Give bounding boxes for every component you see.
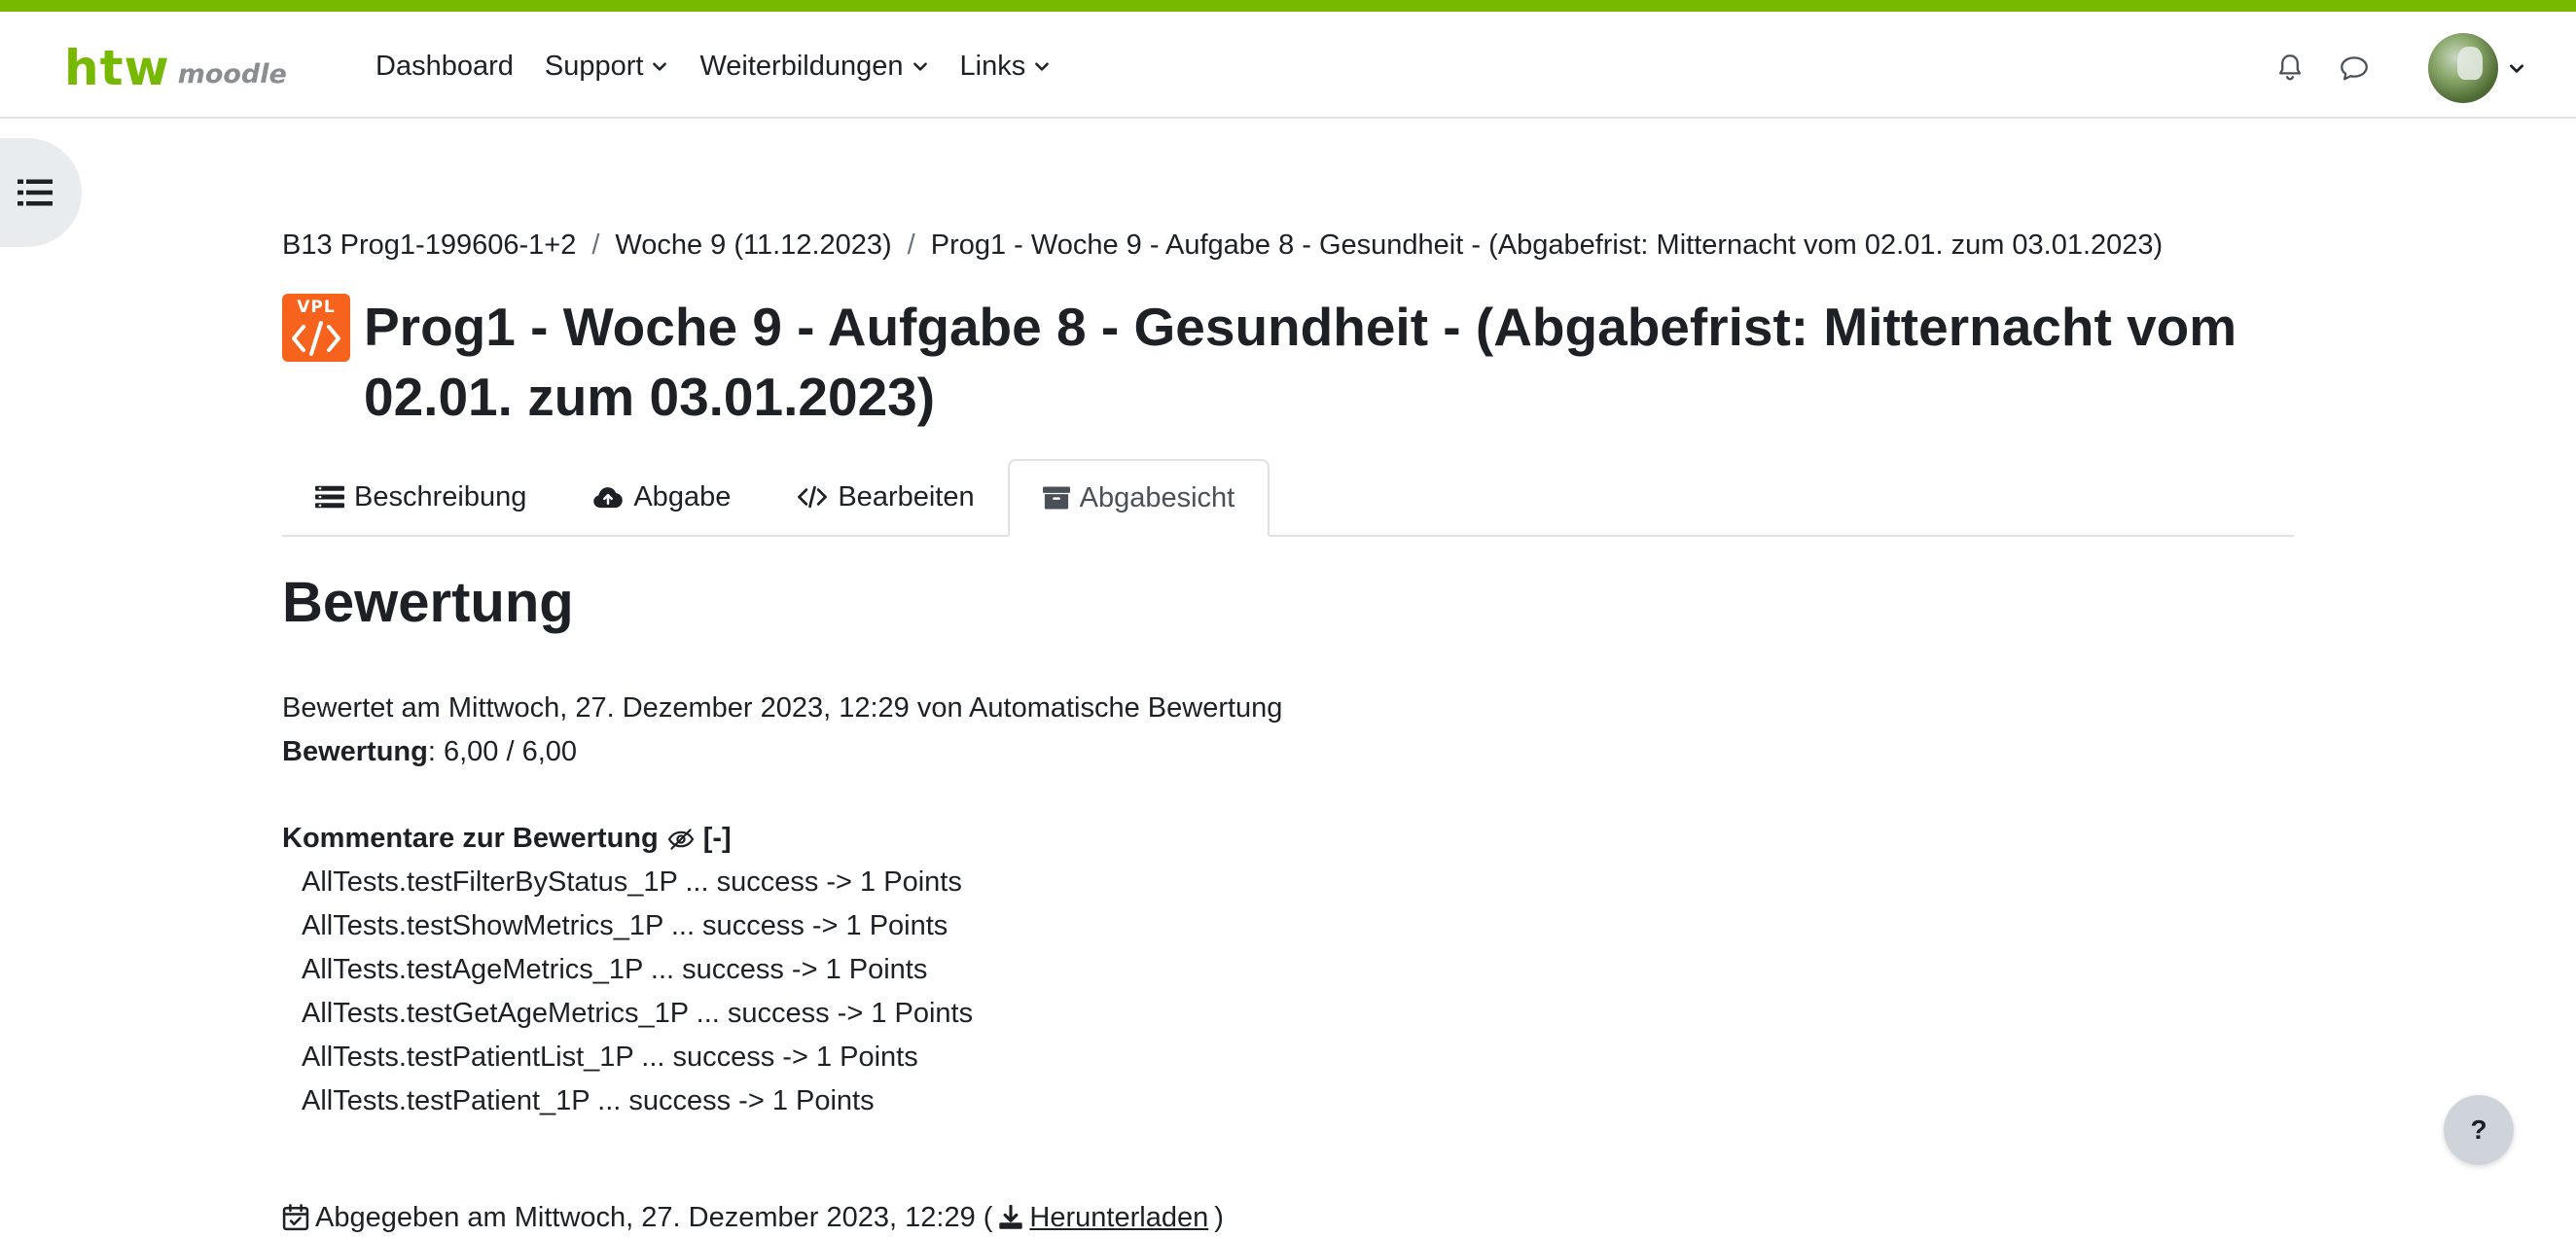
nav-item-label: Links bbox=[959, 50, 1026, 82]
chevron-down-icon bbox=[653, 62, 667, 71]
comments-header: Kommentare zur Bewertung [-] bbox=[282, 817, 973, 861]
test-result-line: AllTests.testPatient_1P ... success -> 1… bbox=[302, 1085, 875, 1116]
submission-info: Abgegeben am Mittwoch, 27. Dezember 2023… bbox=[282, 1198, 1224, 1237]
test-result-line: AllTests.testGetAgeMetrics_1P ... succes… bbox=[302, 998, 974, 1029]
avatar[interactable] bbox=[2428, 33, 2498, 103]
tab-label: Abgabesicht bbox=[1079, 481, 1235, 513]
user-controls bbox=[2272, 33, 2525, 103]
help-button[interactable]: ? bbox=[2444, 1095, 2514, 1165]
test-result-line: AllTests.testAgeMetrics_1P ... success -… bbox=[302, 954, 928, 985]
breadcrumb-separator: / bbox=[907, 230, 915, 261]
list-icon bbox=[315, 485, 344, 509]
nav-item-dashboard[interactable]: Dashboard bbox=[376, 51, 514, 83]
tab-label: Beschreibung bbox=[354, 480, 527, 512]
cloud-upload-icon bbox=[593, 487, 624, 509]
comments-label: Kommentare zur Bewertung bbox=[282, 823, 659, 854]
vpl-activity-icon: VPL bbox=[282, 294, 350, 362]
breadcrumb-item-activity[interactable]: Prog1 - Woche 9 - Aufgabe 8 - Gesundheit… bbox=[931, 230, 2163, 262]
list-icon bbox=[18, 179, 53, 206]
tab-abgabesicht[interactable]: Abgabesicht bbox=[1007, 459, 1270, 537]
site-logo[interactable]: htw moodle bbox=[64, 40, 287, 96]
grading-comments: Kommentare zur Bewertung [-] AllTests.te… bbox=[282, 817, 973, 1123]
tab-beschreibung[interactable]: Beschreibung bbox=[282, 459, 559, 535]
user-menu[interactable] bbox=[2401, 33, 2525, 103]
grading-heading: Bewertung bbox=[282, 571, 574, 634]
nav-item-label: Dashboard bbox=[376, 50, 514, 82]
submission-text: Abgegeben am Mittwoch, 27. Dezember 2023… bbox=[315, 1202, 993, 1233]
test-result-line: AllTests.testShowMetrics_1P ... success … bbox=[302, 910, 948, 941]
logo-sub-text: moodle bbox=[177, 59, 287, 89]
grade-summary: Bewertet am Mittwoch, 27. Dezember 2023,… bbox=[282, 687, 1282, 774]
chat-bubble-icon bbox=[2341, 56, 2368, 81]
chevron-down-icon bbox=[912, 62, 927, 71]
comments-collapse-toggle[interactable]: [-] bbox=[703, 817, 732, 861]
notifications-button[interactable] bbox=[2272, 51, 2308, 86]
graded-by-text: Bewertet am Mittwoch, 27. Dezember 2023,… bbox=[282, 692, 1283, 724]
primary-navigation: Dashboard Support Weiterbildungen Links bbox=[376, 43, 1051, 89]
top-accent-stripe bbox=[0, 0, 2576, 12]
chevron-down-icon bbox=[1035, 62, 1050, 71]
code-brackets-icon bbox=[292, 321, 340, 356]
bell-icon bbox=[2278, 54, 2302, 81]
eye-slash-icon[interactable] bbox=[666, 828, 696, 851]
grade-value: : 6,00 / 6,00 bbox=[427, 736, 578, 767]
grade-label: Bewertung bbox=[282, 736, 428, 767]
download-link[interactable]: Herunterladen bbox=[1029, 1198, 1208, 1237]
breadcrumb-item-course[interactable]: B13 Prog1-199606-1+2 bbox=[282, 230, 576, 262]
nav-item-weiterbildungen[interactable]: Weiterbildungen bbox=[699, 51, 928, 83]
logo-main-text: htw bbox=[64, 40, 170, 96]
breadcrumb-item-section[interactable]: Woche 9 (11.12.2023) bbox=[615, 230, 891, 262]
course-index-toggle[interactable] bbox=[0, 138, 82, 247]
tab-abgabe[interactable]: Abgabe bbox=[559, 459, 764, 535]
submission-close-paren: ) bbox=[1214, 1202, 1224, 1233]
breadcrumb: B13 Prog1-199606-1+2 / Woche 9 (11.12.20… bbox=[282, 230, 2163, 262]
tab-label: Abgabe bbox=[633, 480, 732, 512]
breadcrumb-separator: / bbox=[591, 230, 600, 261]
tab-bearbeiten[interactable]: Bearbeiten bbox=[764, 459, 1007, 535]
code-icon bbox=[798, 485, 828, 509]
chevron-down-icon bbox=[2510, 64, 2523, 73]
page-header: VPL Prog1 - Woche 9 - Aufgabe 8 - Gesund… bbox=[282, 292, 2296, 432]
nav-item-label: Support bbox=[544, 50, 644, 82]
archive-icon bbox=[1042, 486, 1070, 510]
nav-item-label: Weiterbildungen bbox=[699, 50, 904, 82]
tab-label: Bearbeiten bbox=[838, 480, 975, 512]
top-navbar: htw moodle Dashboard Support Weiterbildu… bbox=[0, 12, 2576, 119]
grade-line: Bewertung: 6,00 / 6,00 bbox=[282, 730, 1282, 774]
page-title: Prog1 - Woche 9 - Aufgabe 8 - Gesundheit… bbox=[364, 297, 2237, 427]
download-icon[interactable] bbox=[998, 1205, 1023, 1230]
test-result-line: AllTests.testPatientList_1P ... success … bbox=[302, 1042, 918, 1073]
nav-item-links[interactable]: Links bbox=[960, 51, 1052, 83]
messages-button[interactable] bbox=[2337, 51, 2372, 86]
test-result-line: AllTests.testFilterByStatus_1P ... succe… bbox=[302, 866, 962, 898]
nav-item-support[interactable]: Support bbox=[545, 51, 669, 83]
activity-tabs: Beschreibung Abgabe Bearbeiten Abgabesic… bbox=[282, 457, 2294, 537]
